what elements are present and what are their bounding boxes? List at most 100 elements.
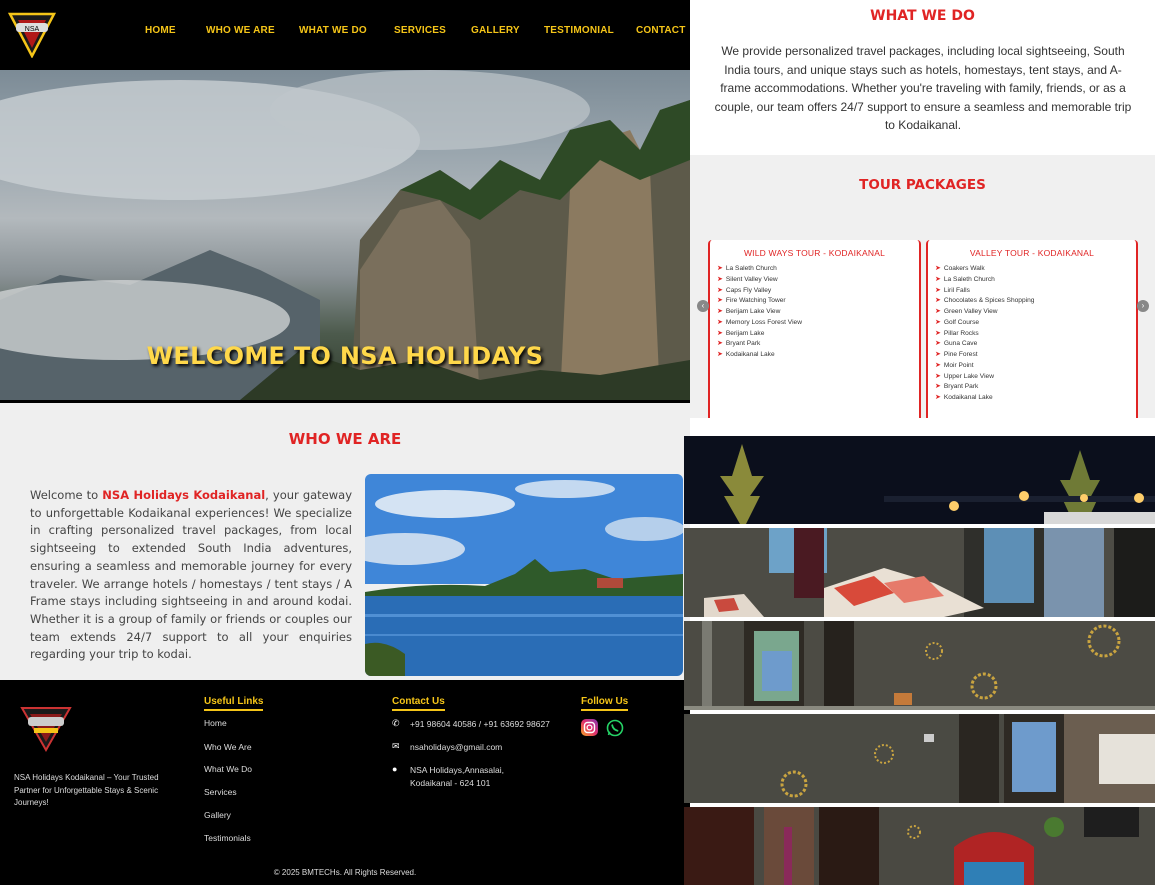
nav-contact[interactable]: CONTACT	[636, 25, 686, 36]
arrow-icon: ➤	[935, 297, 941, 305]
arrow-icon: ➤	[935, 372, 941, 380]
arrow-icon: ➤	[935, 383, 941, 391]
tour-item: ➤ Upper Lake View	[935, 372, 1034, 383]
arrow-icon: ➤	[717, 329, 723, 337]
tour-item-label: Berijam Lake View	[725, 308, 781, 315]
tour-item-label: Moir Point	[943, 361, 974, 369]
nav-testimonial[interactable]: TESTIMONIAL	[544, 25, 614, 36]
tour-item-label: La Saleth Church	[725, 265, 777, 272]
tour-packages-section: TOUR PACKAGES WILD WAYS TOUR - KODAIKANA…	[690, 155, 1155, 418]
tour-item-label: Chocolates & Spices Shopping	[943, 297, 1035, 305]
arrow-icon: ➤	[717, 265, 723, 272]
tour-item: ➤ Memory Loss Forest View	[717, 318, 802, 329]
arrow-icon: ➤	[935, 308, 941, 315]
contact-address-line2: Kodaikanal - 624 101	[410, 778, 491, 788]
arrow-icon: ➤	[717, 275, 723, 283]
tour-card-title: WILD WAYS TOUR - KODAIKANAL	[743, 248, 886, 258]
follow-title: Follow Us	[581, 696, 629, 711]
tour-item-label: Upper Lake View	[943, 372, 994, 380]
footer-logo	[20, 704, 72, 753]
tour-item: ➤ Liril Falls	[935, 286, 1034, 297]
footer-link-home[interactable]: Home	[204, 718, 227, 728]
useful-links-title: Useful Links	[204, 696, 264, 711]
nsa-logo[interactable]: NSA	[6, 8, 58, 59]
tour-item: ➤ Caps Fly Valley	[717, 286, 802, 297]
tour-item-label: Golf Course	[943, 318, 980, 326]
tour-item-label: Green Valley View	[943, 308, 998, 315]
contact-phone[interactable]: +91 98604 40586 / +91 63692 98627	[410, 718, 550, 731]
copyright: © 2025 BMTECHs. All Rights Reserved.	[273, 868, 417, 877]
tour-item: ➤ Chocolates & Spices Shopping	[935, 296, 1034, 307]
arrow-icon: ➤	[935, 275, 941, 283]
tour-item: ➤ Berijam Lake	[717, 329, 802, 340]
arrow-icon: ➤	[717, 308, 723, 315]
tour-item-label: Liril Falls	[943, 286, 970, 294]
tour-item-label: Kodaikanal Lake	[943, 394, 993, 401]
contact-email[interactable]: nsaholidays@gmail.com	[410, 741, 502, 754]
tour-item-label: Coakers Walk	[943, 265, 985, 272]
contact-address-line1: NSA Holidays,Annasalai,	[410, 765, 505, 775]
tour-item: ➤ Berijam Lake View	[717, 307, 802, 318]
tour-item: ➤ La Saleth Church	[935, 275, 1034, 286]
nav-home[interactable]: HOME	[145, 25, 176, 36]
tour-card-valley[interactable]: VALLEY TOUR - KODAIKANAL ➤ Coakers Walk ➤ L…	[926, 240, 1138, 418]
tour-packages-title: TOUR PACKAGES	[859, 177, 986, 193]
nav-services[interactable]: SERVICES	[394, 25, 446, 36]
tour-item-label: Caps Fly Valley	[725, 286, 772, 294]
brand-name: NSA Holidays Kodaikanal	[102, 488, 266, 502]
what-we-do-section: WHAT WE DO We provide personalized trave…	[690, 0, 1155, 155]
tour-item-label: Pillar Rocks	[943, 329, 979, 337]
arrow-icon: ➤	[935, 351, 941, 358]
carousel-next-icon[interactable]: ›	[1137, 300, 1149, 312]
navbar: NSA HOME WHO WE ARE WHAT WE DO SERVICES …	[0, 0, 690, 70]
whatsapp-icon[interactable]	[606, 719, 624, 737]
tour-item-label: La Saleth Church	[943, 275, 995, 283]
location-icon: ●	[392, 764, 398, 774]
arrow-icon: ➤	[717, 351, 723, 358]
tour-card-list: ➤ Coakers Walk ➤ La Saleth Church ➤ Liril Fal…	[935, 264, 1034, 404]
footer-link-services[interactable]: Services	[204, 787, 237, 797]
footer-link-who-we-are[interactable]: Who We Are	[204, 742, 252, 752]
tour-item: ➤ La Saleth Church	[717, 264, 802, 275]
tour-card-list: ➤ La Saleth Church ➤ Silent Valley View ➤ Cap…	[717, 264, 802, 361]
tour-item-label: Bryant Park	[725, 340, 761, 348]
tour-item-label: Kodaikanal Lake	[725, 351, 775, 358]
tour-item-label: Bryant Park	[943, 383, 979, 391]
gallery-photo-room-door	[684, 621, 1155, 710]
instagram-icon[interactable]	[581, 719, 598, 736]
tour-item-label: Fire Watching Tower	[725, 297, 786, 305]
footer-link-testimonials[interactable]: Testimonials	[204, 833, 251, 843]
tour-item: ➤ Bryant Park	[717, 339, 802, 350]
nav-what-we-do[interactable]: WHAT WE DO	[299, 25, 367, 36]
tour-item: ➤ Kodaikanal Lake	[717, 350, 802, 361]
nav-who-we-are[interactable]: WHO WE ARE	[206, 25, 275, 36]
carousel-prev-icon[interactable]: ‹	[697, 300, 709, 312]
lake-image	[365, 474, 683, 676]
arrow-icon: ➤	[717, 286, 723, 294]
who-body: , your gateway to unforgettable Kodaikan…	[30, 488, 353, 662]
tour-item: ➤ Kodaikanal Lake	[935, 393, 1034, 404]
footer-link-gallery[interactable]: Gallery	[204, 810, 231, 820]
who-we-are-text: Welcome to NSA Holidays Kodaikanal, your…	[30, 487, 352, 664]
tour-item-label: Berijam Lake	[725, 329, 765, 337]
who-we-are-title: WHO WE ARE	[288, 430, 402, 448]
tour-item: ➤ Green Valley View	[935, 307, 1034, 318]
tour-item-label: Guna Cave	[943, 340, 978, 348]
tour-item: ➤ Moir Point	[935, 361, 1034, 372]
arrow-icon: ➤	[717, 340, 723, 348]
tour-card-wild-ways[interactable]: WILD WAYS TOUR - KODAIKANAL ➤ La Saleth C…	[708, 240, 921, 418]
footer-link-what-we-do[interactable]: What We Do	[204, 764, 252, 774]
tour-item: ➤ Coakers Walk	[935, 264, 1034, 275]
arrow-icon: ➤	[717, 318, 723, 326]
what-we-do-text: We provide personalized travel packages,…	[714, 44, 1132, 132]
hero-title: WELCOME TO NSA HOLIDAYS	[146, 342, 544, 370]
footer: NSA Holidays Kodaikanal – Your Trusted P…	[0, 680, 690, 885]
tour-item: ➤ Fire Watching Tower	[717, 296, 802, 307]
tour-item: ➤ Bryant Park	[935, 382, 1034, 393]
contact-title: Contact Us	[392, 696, 445, 711]
arrow-icon: ➤	[935, 329, 941, 337]
arrow-icon: ➤	[935, 318, 941, 326]
nav-gallery[interactable]: GALLERY	[471, 25, 520, 36]
tour-item: ➤ Golf Course	[935, 318, 1034, 329]
arrow-icon: ➤	[935, 340, 941, 348]
